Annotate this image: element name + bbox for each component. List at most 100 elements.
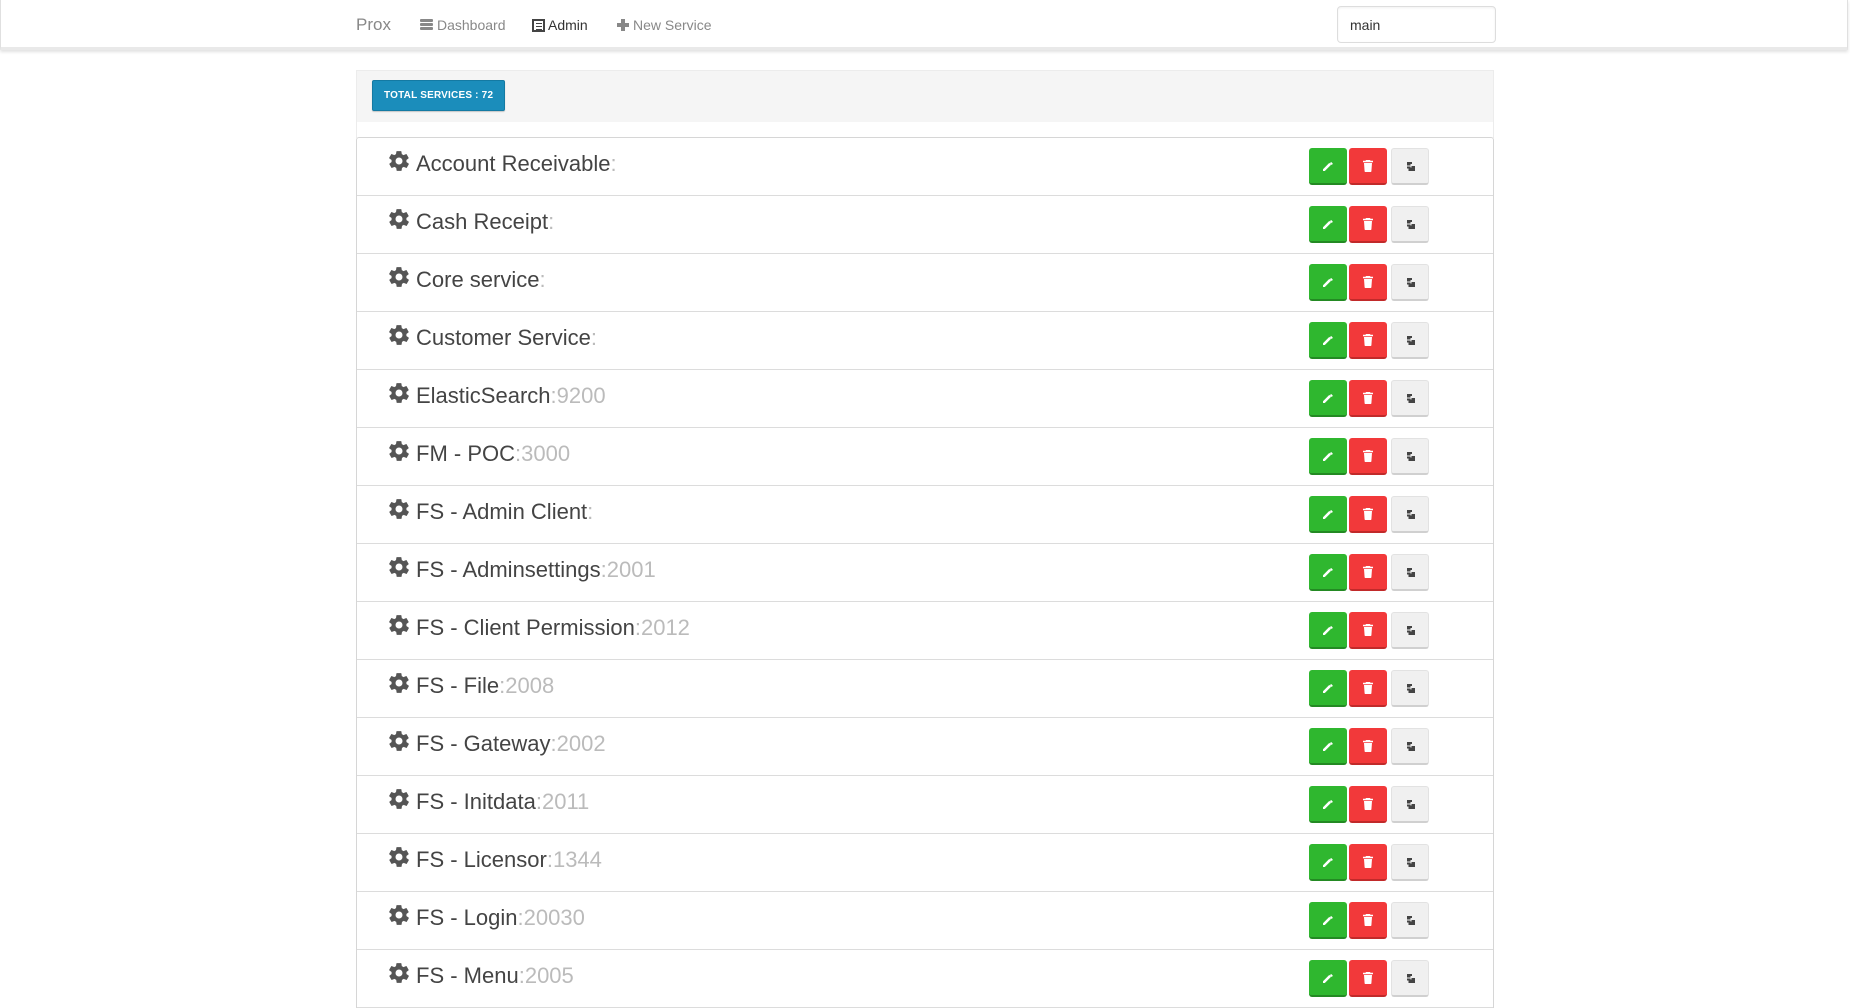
nav-dashboard-label: Dashboard	[437, 17, 506, 33]
trash-icon	[1362, 681, 1374, 694]
delete-button[interactable]	[1349, 786, 1387, 823]
edit-button[interactable]	[1309, 728, 1347, 765]
delete-button[interactable]	[1349, 844, 1387, 881]
service-name: FS - Adminsettings	[416, 557, 601, 582]
nav-admin[interactable]: Admin	[532, 17, 588, 33]
service-title[interactable]: FS - File:2008	[387, 673, 554, 699]
delete-button[interactable]	[1349, 554, 1387, 591]
copy-button[interactable]	[1391, 206, 1429, 243]
copy-button[interactable]	[1391, 148, 1429, 185]
copy-button[interactable]	[1391, 438, 1429, 475]
service-title[interactable]: FS - Licensor:1344	[387, 847, 602, 873]
copy-button[interactable]	[1391, 670, 1429, 707]
service-title[interactable]: FS - Gateway:2002	[387, 731, 606, 757]
service-title[interactable]: Core service:	[387, 267, 546, 293]
delete-button[interactable]	[1349, 902, 1387, 939]
edit-button[interactable]	[1309, 438, 1347, 475]
copy-button[interactable]	[1391, 786, 1429, 823]
gear-icon	[387, 441, 416, 463]
edit-button[interactable]	[1309, 148, 1347, 185]
service-title[interactable]: FS - Client Permission:2012	[387, 615, 690, 641]
table-row: FS - Gateway:2002	[357, 718, 1493, 776]
gear-icon	[387, 383, 416, 405]
trash-icon	[1362, 797, 1374, 810]
edit-button[interactable]	[1309, 612, 1347, 649]
service-title[interactable]: ElasticSearch:9200	[387, 383, 606, 409]
service-port: 2012	[640, 615, 690, 640]
delete-button[interactable]	[1349, 380, 1387, 417]
brand-link[interactable]: Prox	[356, 15, 391, 35]
environment-input[interactable]	[1337, 6, 1496, 43]
trash-icon	[1362, 971, 1374, 984]
delete-button[interactable]	[1349, 612, 1387, 649]
nav-dashboard[interactable]: Dashboard	[420, 17, 506, 33]
copy-button[interactable]	[1391, 554, 1429, 591]
edit-button[interactable]	[1309, 786, 1347, 823]
gear-icon	[387, 789, 416, 811]
service-port-separator: :	[590, 325, 597, 350]
delete-button[interactable]	[1349, 728, 1387, 765]
service-port: 20030	[523, 905, 585, 930]
edit-button[interactable]	[1309, 844, 1347, 881]
total-services-badge[interactable]: TOTAL SERVICES : 72	[372, 80, 506, 111]
pencil-icon	[1322, 276, 1334, 288]
trash-icon	[1362, 507, 1374, 520]
row-actions	[1309, 322, 1429, 359]
table-row: FS - Login:20030	[357, 892, 1493, 950]
service-title[interactable]: FM - POC:3000	[387, 441, 570, 467]
pencil-icon	[1322, 856, 1334, 868]
edit-button[interactable]	[1309, 264, 1347, 301]
delete-button[interactable]	[1349, 496, 1387, 533]
table-row: ElasticSearch:9200	[357, 370, 1493, 428]
delete-button[interactable]	[1349, 264, 1387, 301]
service-title[interactable]: FS - Initdata:2011	[387, 789, 589, 815]
service-title[interactable]: Account Receivable:	[387, 151, 617, 177]
edit-button[interactable]	[1309, 960, 1347, 997]
edit-button[interactable]	[1309, 380, 1347, 417]
plus-icon	[616, 18, 630, 32]
service-port-separator: :	[610, 151, 617, 176]
service-title[interactable]: Cash Receipt:	[387, 209, 554, 235]
clipboard-icon	[1404, 740, 1416, 752]
trash-icon	[1362, 333, 1374, 346]
delete-button[interactable]	[1349, 670, 1387, 707]
copy-button[interactable]	[1391, 612, 1429, 649]
copy-button[interactable]	[1391, 264, 1429, 301]
edit-button[interactable]	[1309, 670, 1347, 707]
row-actions	[1309, 380, 1429, 417]
row-actions	[1309, 844, 1429, 881]
gear-icon	[387, 557, 416, 579]
copy-button[interactable]	[1391, 844, 1429, 881]
service-title[interactable]: FS - Adminsettings:2001	[387, 557, 656, 583]
edit-button[interactable]	[1309, 322, 1347, 359]
service-title[interactable]: FS - Menu:2005	[387, 963, 574, 989]
trash-icon	[1362, 913, 1374, 926]
pencil-icon	[1322, 160, 1334, 172]
edit-button[interactable]	[1309, 554, 1347, 591]
delete-button[interactable]	[1349, 438, 1387, 475]
copy-button[interactable]	[1391, 728, 1429, 765]
row-actions	[1309, 960, 1429, 997]
nav-new-service[interactable]: New Service	[616, 17, 712, 33]
copy-button[interactable]	[1391, 902, 1429, 939]
delete-button[interactable]	[1349, 322, 1387, 359]
copy-button[interactable]	[1391, 322, 1429, 359]
pencil-icon	[1322, 798, 1334, 810]
summary-panel: TOTAL SERVICES : 72	[356, 70, 1494, 122]
service-title[interactable]: Customer Service:	[387, 325, 597, 351]
delete-button[interactable]	[1349, 960, 1387, 997]
edit-button[interactable]	[1309, 496, 1347, 533]
pencil-icon	[1322, 450, 1334, 462]
delete-button[interactable]	[1349, 148, 1387, 185]
copy-button[interactable]	[1391, 960, 1429, 997]
copy-button[interactable]	[1391, 496, 1429, 533]
service-title[interactable]: FS - Login:20030	[387, 905, 585, 931]
copy-button[interactable]	[1391, 380, 1429, 417]
edit-button[interactable]	[1309, 902, 1347, 939]
service-title[interactable]: FS - Admin Client:	[387, 499, 593, 525]
delete-button[interactable]	[1349, 206, 1387, 243]
service-list: Account Receivable: Cash Receipt: Core ser…	[356, 137, 1494, 1008]
edit-button[interactable]	[1309, 206, 1347, 243]
gear-icon	[387, 325, 416, 347]
service-name: FM - POC	[416, 441, 515, 466]
